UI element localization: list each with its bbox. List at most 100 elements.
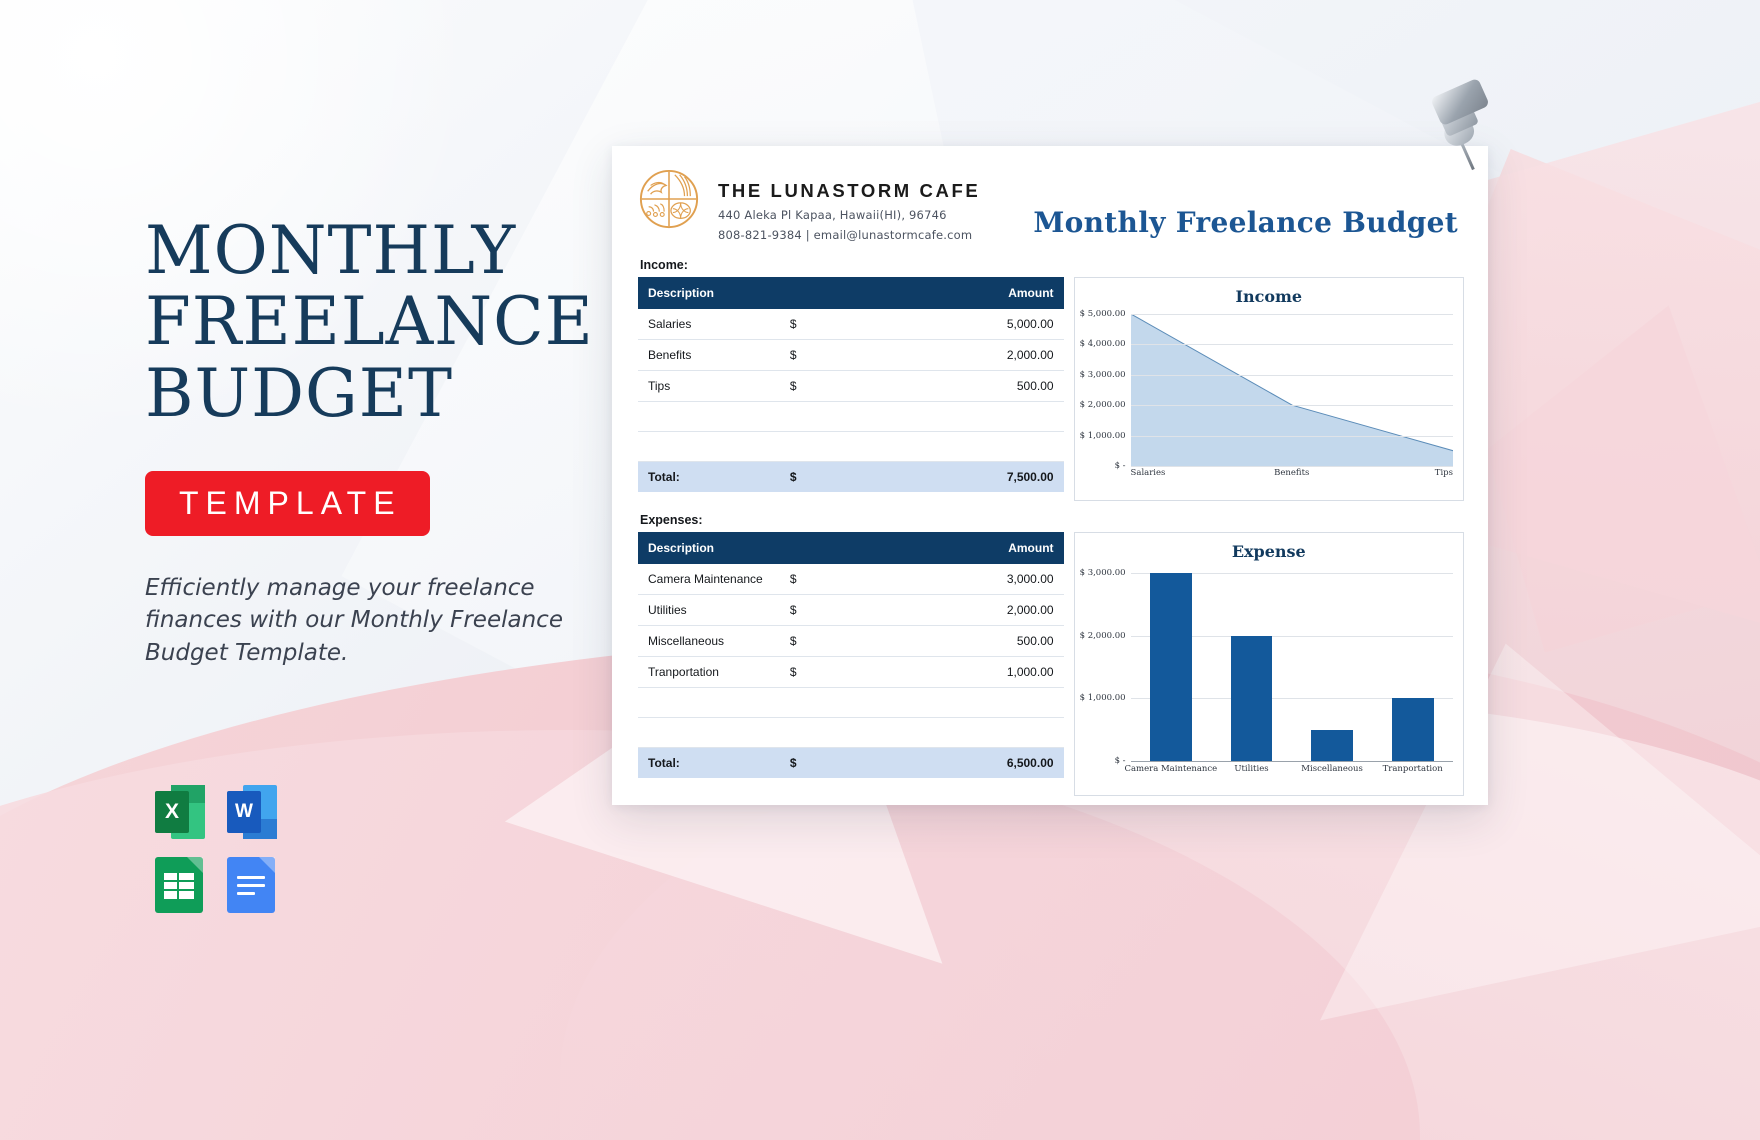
expenses-table: Description Amount Camera Maintenance $ … [638, 532, 1064, 778]
income-row-1-currency: $ [779, 339, 922, 371]
income-gridline [1130, 344, 1453, 346]
income-row-1-amount: 2,000.00 [921, 339, 1064, 371]
table-row[interactable]: Tips $ 500.00 [638, 370, 1064, 402]
cafe-circular-logo [638, 168, 700, 230]
table-row-blank[interactable] [638, 431, 1064, 462]
marketing-panel: MONTHLY FREELANCE BUDGET TEMPLATE Effici… [145, 215, 615, 670]
excel-icon-letter: X [155, 791, 189, 833]
income-table-wrapper: Description Amount Salaries $ 5,000.00 B… [638, 277, 1064, 492]
expense-row-0-amount: 3,000.00 [921, 564, 1064, 595]
business-address: 440 Aleka Pl Kapaa, Hawaii(HI), 96746 [718, 208, 947, 222]
income-ytick-label: $ - [1114, 461, 1126, 471]
income-row-1-description: Benefits [638, 339, 780, 371]
income-table: Description Amount Salaries $ 5,000.00 B… [638, 277, 1064, 492]
expense-chart-title: Expense [1231, 542, 1306, 561]
income-ytick-label: $ 3,000.00 [1079, 369, 1126, 380]
excel-icon[interactable]: X [155, 785, 205, 839]
google-sheets-icon[interactable] [155, 857, 203, 913]
income-ytick-label: $ 5,000.00 [1079, 309, 1126, 319]
expense-row-0-currency: $ [779, 564, 922, 595]
income-gridline [1130, 466, 1453, 467]
income-total-currency: $ [779, 461, 922, 492]
table-row-blank[interactable] [638, 401, 1064, 432]
word-icon-letter: W [227, 791, 261, 833]
expense-bar [1230, 635, 1273, 761]
expense-row-3-description: Tranportation [638, 656, 780, 688]
expense-bar [1391, 698, 1434, 761]
expense-xtick-label: Camera Maintenance [1124, 764, 1218, 774]
income-col-amount: Amount [779, 277, 1064, 309]
expenses-col-description: Description [638, 532, 780, 564]
expense-xtick-label: Miscellaneous [1301, 764, 1363, 774]
expenses-total-label: Total: [638, 747, 780, 778]
document-preview-card[interactable]: THE LUNASTORM CAFE 440 Aleka Pl Kapaa, H… [612, 146, 1488, 805]
expense-ytick-label: $ 1,000.00 [1079, 693, 1126, 704]
income-ytick-label: $ 4,000.00 [1079, 339, 1126, 350]
income-section-label: Income: [640, 258, 688, 272]
table-row[interactable]: Tranportation $ 1,000.00 [638, 656, 1064, 688]
expenses-col-amount: Amount [779, 532, 1064, 564]
income-total-label: Total: [638, 461, 780, 492]
expense-bar [1311, 729, 1354, 761]
income-xtick-label: Tips [1434, 468, 1453, 478]
expenses-table-wrapper: Description Amount Camera Maintenance $ … [638, 532, 1064, 778]
description-text: Efficiently manage your freelance financ… [145, 574, 563, 667]
expense-row-1-currency: $ [779, 594, 922, 626]
income-gridline [1130, 435, 1453, 437]
expense-row-2-description: Miscellaneous [638, 625, 780, 657]
expense-ytick-label: $ 2,000.00 [1079, 630, 1126, 641]
income-row-2-amount: 500.00 [921, 370, 1064, 402]
table-row-blank[interactable] [638, 687, 1064, 718]
file-format-icons: X W [155, 785, 299, 913]
income-xtick-label: Salaries [1130, 468, 1166, 478]
business-contact: 808-821-9384 | email@lunastormcafe.com [718, 228, 973, 242]
income-row-0-description: Salaries [638, 309, 780, 340]
business-name: THE LUNASTORM CAFE [718, 180, 981, 201]
expenses-total-amount: 6,500.00 [921, 747, 1064, 778]
income-ytick-label: $ 2,000.00 [1079, 400, 1126, 411]
expense-row-3-amount: 1,000.00 [921, 656, 1064, 688]
table-row[interactable]: Benefits $ 2,000.00 [638, 339, 1064, 371]
income-chart-title: Income [1235, 287, 1303, 306]
word-icon[interactable]: W [227, 785, 277, 839]
expense-row-2-amount: 500.00 [921, 625, 1064, 657]
expense-row-2-currency: $ [779, 625, 922, 657]
table-row[interactable]: Salaries $ 5,000.00 [638, 309, 1064, 340]
income-gridline [1130, 314, 1453, 315]
template-badge: TEMPLATE [145, 470, 430, 536]
headline-line-2: FREELANCE [145, 283, 594, 361]
income-total-amount: 7,500.00 [921, 461, 1064, 492]
expense-chart: Expense $ 3,000.00 $ 2,000.00 $ 1,000.00 $ … [1073, 532, 1464, 796]
income-area-series [1131, 314, 1453, 466]
table-row[interactable]: Miscellaneous $ 500.00 [638, 625, 1064, 657]
expense-row-1-description: Utilities [638, 594, 780, 626]
expense-x-axis [1130, 761, 1453, 762]
expense-bar [1149, 573, 1192, 761]
table-row[interactable]: Camera Maintenance $ 3,000.00 [638, 564, 1064, 595]
expense-xtick-label: Tranportation [1382, 764, 1443, 774]
income-row-2-description: Tips [638, 370, 780, 402]
income-xtick-label: Benefits [1274, 468, 1310, 478]
income-gridline [1130, 374, 1453, 376]
income-col-description: Description [638, 277, 780, 309]
table-row[interactable]: Utilities $ 2,000.00 [638, 594, 1064, 626]
headline-line-1: MONTHLY [145, 212, 517, 289]
expense-ytick-label: $ 3,000.00 [1079, 568, 1126, 578]
income-total-row: Total: $ 7,500.00 [638, 461, 1064, 492]
expenses-total-row: Total: $ 6,500.00 [638, 747, 1064, 778]
table-row-blank[interactable] [638, 717, 1064, 748]
document-title: Monthly Freelance Budget [1033, 206, 1458, 239]
income-ytick-label: $ 1,000.00 [1079, 430, 1126, 441]
income-row-0-currency: $ [779, 309, 922, 340]
expense-row-1-amount: 2,000.00 [921, 594, 1064, 626]
expenses-section-label: Expenses: [640, 513, 703, 527]
expenses-total-currency: $ [779, 747, 922, 778]
income-row-2-currency: $ [779, 370, 922, 402]
pushpin-icon [1420, 77, 1500, 175]
income-gridline [1130, 405, 1453, 407]
google-docs-icon[interactable] [227, 857, 275, 913]
expense-xtick-label: Utilities [1234, 764, 1269, 774]
expenses-table-header-row: Description Amount [638, 532, 1064, 564]
expense-row-3-currency: $ [779, 656, 922, 688]
income-table-header-row: Description Amount [638, 277, 1064, 309]
